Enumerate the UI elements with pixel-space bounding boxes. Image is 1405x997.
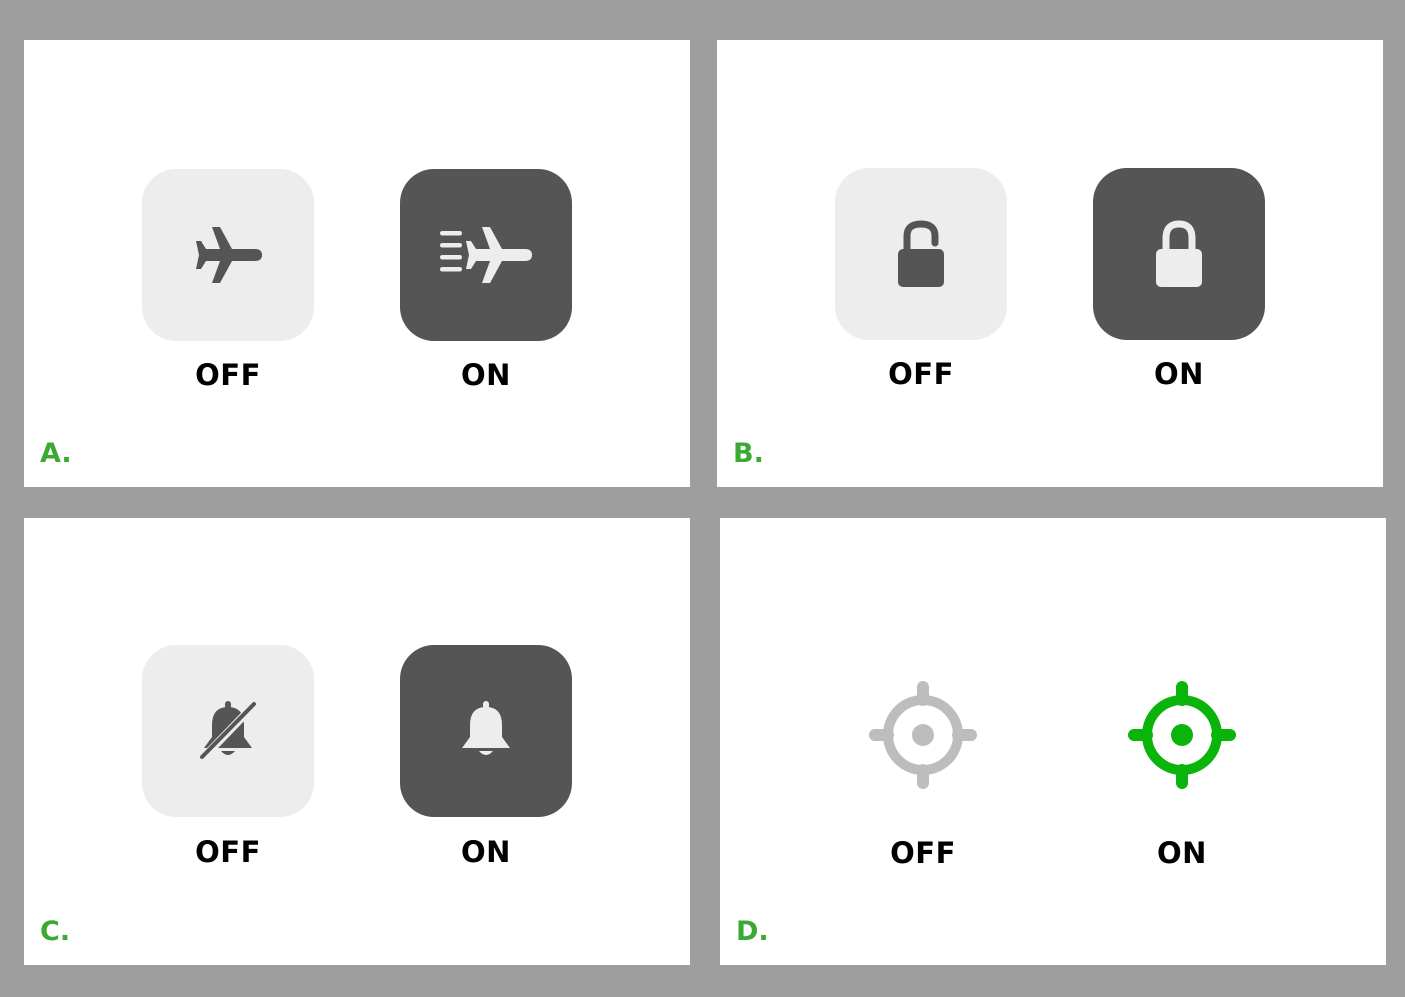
airplane-icon	[196, 227, 262, 283]
location-target-icon	[869, 681, 977, 789]
panel-c: OFF ON C.	[24, 518, 690, 965]
lock-icon	[1156, 220, 1202, 287]
panel-b: OFF ON B.	[717, 40, 1383, 487]
location-target-icon	[1128, 681, 1236, 789]
notifications-on-button[interactable]	[400, 645, 572, 817]
location-off-label: OFF	[890, 836, 956, 870]
panel-letter-d: D.	[736, 916, 769, 947]
location-on-button[interactable]	[1096, 649, 1268, 821]
notifications-on-label: ON	[461, 835, 511, 869]
bell-slash-icon	[199, 700, 259, 762]
notifications-off-button[interactable]	[142, 645, 314, 817]
airplane-off-label: OFF	[195, 358, 261, 392]
airplane-on-label: ON	[461, 358, 511, 392]
panel-letter-a: A.	[40, 438, 72, 469]
lock-on-label: ON	[1154, 357, 1204, 391]
lock-off-button[interactable]	[835, 168, 1007, 340]
unlock-icon	[898, 220, 944, 287]
airplane-mode-off-button[interactable]	[142, 169, 314, 341]
panel-d: OFF ON D.	[720, 518, 1386, 965]
airplane-mode-on-button[interactable]	[400, 169, 572, 341]
notifications-off-label: OFF	[195, 835, 261, 869]
location-on-label: ON	[1157, 836, 1207, 870]
lock-off-label: OFF	[888, 357, 954, 391]
panel-letter-b: B.	[733, 438, 764, 469]
lock-on-button[interactable]	[1093, 168, 1265, 340]
bell-icon	[462, 701, 510, 755]
location-off-button[interactable]	[837, 649, 1009, 821]
airplane-speed-icon	[440, 227, 532, 283]
panel-a: OFF ON A.	[24, 40, 690, 487]
panel-letter-c: C.	[40, 916, 71, 947]
